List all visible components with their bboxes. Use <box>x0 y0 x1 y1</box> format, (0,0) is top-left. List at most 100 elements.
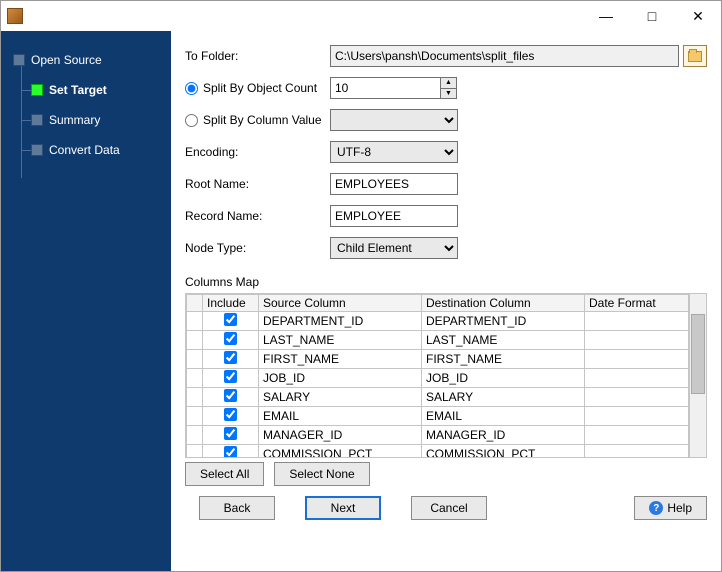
dest-cell[interactable]: MANAGER_ID <box>422 426 585 445</box>
table-row[interactable]: JOB_IDJOB_ID <box>187 369 689 388</box>
include-cell[interactable] <box>203 350 259 369</box>
format-cell[interactable] <box>585 445 689 458</box>
sidebar-item-label: Set Target <box>49 83 107 97</box>
browse-folder-button[interactable] <box>683 45 707 67</box>
cancel-button[interactable]: Cancel <box>411 496 487 520</box>
sidebar-item-set-target[interactable]: Set Target <box>1 75 171 105</box>
format-cell[interactable] <box>585 350 689 369</box>
row-handle[interactable] <box>187 426 203 445</box>
close-button[interactable]: ✕ <box>675 1 721 31</box>
split-by-column-radio[interactable]: Split By Column Value <box>185 113 330 127</box>
scrollbar-thumb[interactable] <box>691 314 705 394</box>
back-button[interactable]: Back <box>199 496 275 520</box>
source-cell[interactable]: MANAGER_ID <box>259 426 422 445</box>
table-row[interactable]: LAST_NAMELAST_NAME <box>187 331 689 350</box>
col-include-header[interactable]: Include <box>203 295 259 312</box>
include-cell[interactable] <box>203 388 259 407</box>
include-cell[interactable] <box>203 445 259 458</box>
row-handle[interactable] <box>187 445 203 458</box>
include-checkbox[interactable] <box>224 389 237 402</box>
include-checkbox[interactable] <box>224 446 237 457</box>
include-cell[interactable] <box>203 369 259 388</box>
include-checkbox[interactable] <box>224 332 237 345</box>
folder-icon <box>688 51 702 62</box>
split-column-select[interactable] <box>330 109 458 131</box>
include-checkbox[interactable] <box>224 351 237 364</box>
include-cell[interactable] <box>203 426 259 445</box>
include-checkbox[interactable] <box>224 313 237 326</box>
table-scrollbar[interactable] <box>689 294 706 457</box>
table-row[interactable]: EMAILEMAIL <box>187 407 689 426</box>
sidebar-item-convert-data[interactable]: Convert Data <box>1 135 171 165</box>
dest-cell[interactable]: FIRST_NAME <box>422 350 585 369</box>
dest-cell[interactable]: LAST_NAME <box>422 331 585 350</box>
help-label: Help <box>667 501 692 515</box>
table-header-row: Include Source Column Destination Column… <box>187 295 689 312</box>
row-handle[interactable] <box>187 407 203 426</box>
select-none-button[interactable]: Select None <box>274 462 369 486</box>
source-cell[interactable]: DEPARTMENT_ID <box>259 312 422 331</box>
split-by-count-radio[interactable]: Split By Object Count <box>185 81 330 95</box>
source-cell[interactable]: JOB_ID <box>259 369 422 388</box>
format-cell[interactable] <box>585 388 689 407</box>
table-row[interactable]: FIRST_NAMEFIRST_NAME <box>187 350 689 369</box>
include-checkbox[interactable] <box>224 408 237 421</box>
split-count-input[interactable] <box>330 77 440 99</box>
format-cell[interactable] <box>585 407 689 426</box>
sidebar-item-summary[interactable]: Summary <box>1 105 171 135</box>
format-cell[interactable] <box>585 426 689 445</box>
col-format-header[interactable]: Date Format <box>585 295 689 312</box>
row-handle[interactable] <box>187 312 203 331</box>
source-cell[interactable]: FIRST_NAME <box>259 350 422 369</box>
maximize-button[interactable]: □ <box>629 1 675 31</box>
main-panel: To Folder: Split By Object Count ▲ ▼ <box>171 31 721 571</box>
include-cell[interactable] <box>203 407 259 426</box>
node-type-select[interactable]: Child Element <box>330 237 458 259</box>
format-cell[interactable] <box>585 369 689 388</box>
row-handle[interactable] <box>187 388 203 407</box>
col-handle-header <box>187 295 203 312</box>
select-all-button[interactable]: Select All <box>185 462 264 486</box>
sidebar-item-open-source[interactable]: Open Source <box>1 45 171 75</box>
help-icon: ? <box>649 501 663 515</box>
row-handle[interactable] <box>187 369 203 388</box>
titlebar: ― □ ✕ <box>1 1 721 31</box>
col-source-header[interactable]: Source Column <box>259 295 422 312</box>
format-cell[interactable] <box>585 312 689 331</box>
include-cell[interactable] <box>203 312 259 331</box>
to-folder-label: To Folder: <box>185 49 330 63</box>
record-name-input[interactable] <box>330 205 458 227</box>
source-cell[interactable]: SALARY <box>259 388 422 407</box>
row-handle[interactable] <box>187 350 203 369</box>
dest-cell[interactable]: DEPARTMENT_ID <box>422 312 585 331</box>
source-cell[interactable]: EMAIL <box>259 407 422 426</box>
include-checkbox[interactable] <box>224 427 237 440</box>
dest-cell[interactable]: JOB_ID <box>422 369 585 388</box>
spinner-down-button[interactable]: ▼ <box>440 89 457 100</box>
split-by-column-label: Split By Column Value <box>203 113 322 127</box>
spinner-up-button[interactable]: ▲ <box>440 77 457 89</box>
source-cell[interactable]: COMMISSION_PCT <box>259 445 422 458</box>
col-dest-header[interactable]: Destination Column <box>422 295 585 312</box>
table-row[interactable]: DEPARTMENT_IDDEPARTMENT_ID <box>187 312 689 331</box>
sidebar-item-label: Summary <box>49 113 100 127</box>
table-row[interactable]: MANAGER_IDMANAGER_ID <box>187 426 689 445</box>
row-handle[interactable] <box>187 331 203 350</box>
encoding-label: Encoding: <box>185 145 330 159</box>
to-folder-input[interactable] <box>330 45 679 67</box>
source-cell[interactable]: LAST_NAME <box>259 331 422 350</box>
include-cell[interactable] <box>203 331 259 350</box>
include-checkbox[interactable] <box>224 370 237 383</box>
table-row[interactable]: COMMISSION_PCTCOMMISSION_PCT <box>187 445 689 458</box>
next-button[interactable]: Next <box>305 496 381 520</box>
format-cell[interactable] <box>585 331 689 350</box>
root-name-input[interactable] <box>330 173 458 195</box>
dest-cell[interactable]: COMMISSION_PCT <box>422 445 585 458</box>
encoding-select[interactable]: UTF-8 <box>330 141 458 163</box>
dest-cell[interactable]: SALARY <box>422 388 585 407</box>
dest-cell[interactable]: EMAIL <box>422 407 585 426</box>
split-by-count-label: Split By Object Count <box>203 81 317 95</box>
minimize-button[interactable]: ― <box>583 1 629 31</box>
help-button[interactable]: ? Help <box>634 496 707 520</box>
table-row[interactable]: SALARYSALARY <box>187 388 689 407</box>
